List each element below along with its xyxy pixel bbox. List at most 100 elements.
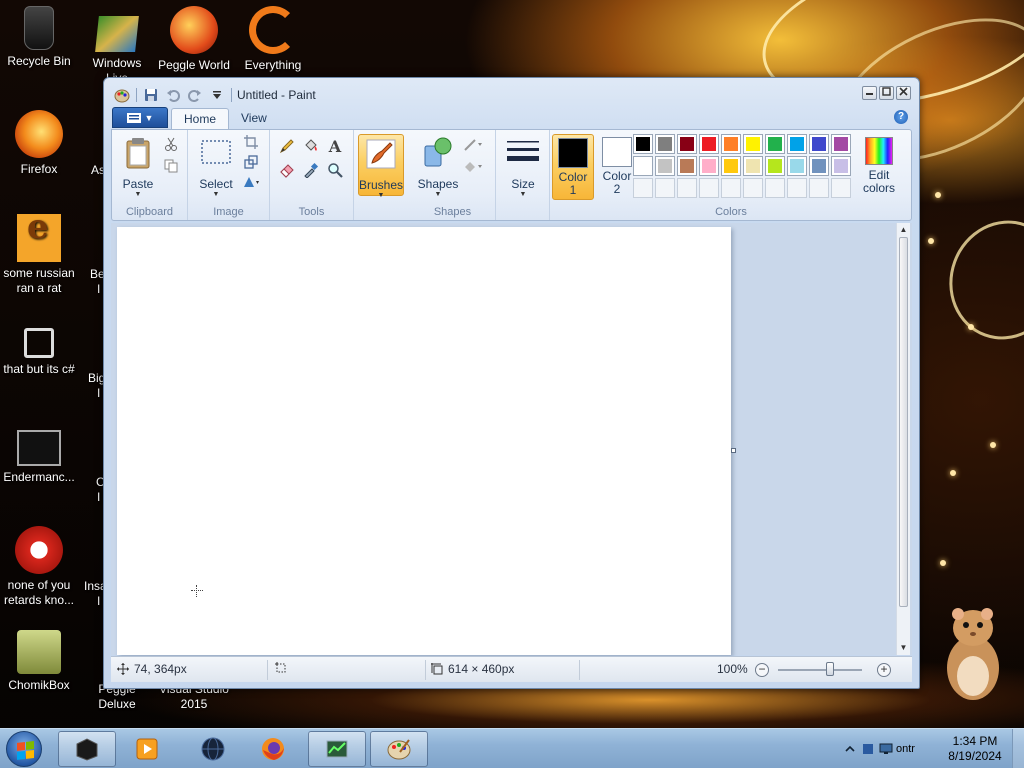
desktop-icon-windows-live[interactable]: Windows Live [80,6,154,86]
color-picker-icon[interactable] [300,160,322,180]
palette-color-cell[interactable] [699,134,719,154]
palette-color-cell[interactable] [721,156,741,176]
palette-color-cell[interactable] [831,178,851,198]
magnifier-icon[interactable] [324,160,346,180]
palette-color-cell[interactable] [677,178,697,198]
palette-color-cell[interactable] [721,178,741,198]
vertical-scrollbar[interactable]: ▲ ▼ [896,223,910,655]
desktop-icon-firefox[interactable]: Firefox [2,110,76,177]
zoom-in-button[interactable]: + [877,663,891,677]
help-icon[interactable]: ? [894,110,908,124]
show-desktop-button[interactable] [1012,729,1024,768]
network-icon[interactable] [878,741,894,757]
palette-color-cell[interactable] [743,156,763,176]
palette-color-cell[interactable] [633,134,653,154]
drawing-canvas[interactable] [117,227,731,655]
canvas-workspace[interactable]: ▲ ▼ [111,223,912,655]
zoom-out-button[interactable]: − [755,663,769,677]
size-button[interactable]: Size ▼ [499,134,547,200]
palette-color-cell[interactable] [655,134,675,154]
pencil-icon[interactable] [276,136,298,156]
desktop-icon-endermanch[interactable]: Endermanc... [2,422,76,485]
palette-color-cell[interactable] [677,156,697,176]
zoom-slider-track[interactable] [778,669,862,671]
color-2-button[interactable]: Color 2 [596,134,638,200]
shapes-button[interactable]: Shapes ▼ [414,134,462,200]
copy-icon[interactable] [160,156,182,176]
close-button[interactable] [896,86,911,100]
tab-home[interactable]: Home [171,108,230,129]
minimize-button[interactable] [862,86,877,100]
desktop-icon-russian-rat[interactable]: e some russian ran a rat [2,210,76,296]
palette-color-cell[interactable] [633,178,653,198]
fill-dropdown-icon[interactable] [462,156,484,176]
paint-window[interactable]: Untitled - Paint ▼ Home View ? Paste ▼ C… [103,77,920,689]
taskbar-item-media-player[interactable] [118,731,176,767]
palette-color-cell[interactable] [765,134,785,154]
taskbar-item-task-manager[interactable] [308,731,366,767]
desktop-icon-chomikbox[interactable]: ChomikBox [2,630,76,693]
desktop-icon-none-of-you[interactable]: none of you retards kno... [2,526,76,608]
select-button[interactable]: Select ▼ [192,134,240,200]
palette-color-cell[interactable] [699,178,719,198]
palette-color-cell[interactable] [721,134,741,154]
scrollbar-thumb[interactable] [899,237,908,607]
palette-color-cell[interactable] [831,156,851,176]
crop-icon[interactable] [240,132,262,152]
taskbar-item-console[interactable] [58,731,116,767]
hamster-gadget[interactable] [940,606,1006,702]
desktop-icon-that-but-csharp[interactable]: that but its c# [2,318,76,377]
scroll-up-icon[interactable]: ▲ [897,223,910,237]
palette-color-cell[interactable] [743,134,763,154]
edit-colors-button[interactable]: Edit colors [859,134,899,195]
start-button[interactable] [6,731,42,767]
save-icon[interactable] [143,87,159,103]
palette-color-cell[interactable] [655,156,675,176]
palette-color-cell[interactable] [765,178,785,198]
canvas-resize-handle-right[interactable] [731,448,736,453]
desktop-icon-recycle-bin[interactable]: Recycle Bin [2,6,76,69]
palette-color-cell[interactable] [677,134,697,154]
tab-view[interactable]: View [229,108,279,129]
taskbar-item-firefox[interactable] [244,731,302,767]
title-bar[interactable]: Untitled - Paint [104,78,919,108]
fill-bucket-icon[interactable] [300,136,322,156]
customize-toolbar-chevron-icon[interactable] [209,87,225,103]
redo-icon[interactable] [187,87,203,103]
rotate-icon[interactable] [240,172,262,192]
show-hidden-icons-icon[interactable] [842,741,858,757]
color-1-button[interactable]: Color 1 [552,134,594,200]
system-clock[interactable]: 1:34 PM 8/19/2024 [942,734,1008,764]
scroll-down-icon[interactable]: ▼ [897,641,910,655]
maximize-button[interactable] [879,86,894,100]
undo-icon[interactable] [165,87,181,103]
outline-dropdown-icon[interactable] [462,134,484,154]
select-label: Select [199,177,233,191]
palette-color-cell[interactable] [809,178,829,198]
palette-color-cell[interactable] [699,156,719,176]
eraser-icon[interactable] [276,160,298,180]
desktop-icon-everything[interactable]: Everything [236,6,310,73]
palette-color-cell[interactable] [787,156,807,176]
clock-date: 8/19/2024 [948,749,1002,763]
palette-color-cell[interactable] [787,178,807,198]
palette-color-cell[interactable] [765,156,785,176]
text-tool-icon[interactable]: A [324,136,346,156]
palette-color-cell[interactable] [633,156,653,176]
palette-color-cell[interactable] [809,156,829,176]
palette-color-cell[interactable] [743,178,763,198]
desktop-icon-peggle-world[interactable]: Peggle World [157,6,231,73]
palette-color-cell[interactable] [831,134,851,154]
palette-color-cell[interactable] [655,178,675,198]
palette-color-cell[interactable] [809,134,829,154]
paint-menu-button[interactable]: ▼ [112,107,168,128]
resize-icon[interactable] [240,152,262,172]
paste-button[interactable]: Paste ▼ [114,134,162,200]
taskbar-item-paint[interactable] [370,731,428,767]
brushes-button[interactable]: Brushes ▼ [358,134,404,199]
taskbar-item-browser-globe[interactable] [184,731,242,767]
zoom-slider-thumb[interactable] [826,662,834,676]
tray-app-icon[interactable] [860,741,876,757]
palette-color-cell[interactable] [787,134,807,154]
cut-icon[interactable] [160,134,182,154]
